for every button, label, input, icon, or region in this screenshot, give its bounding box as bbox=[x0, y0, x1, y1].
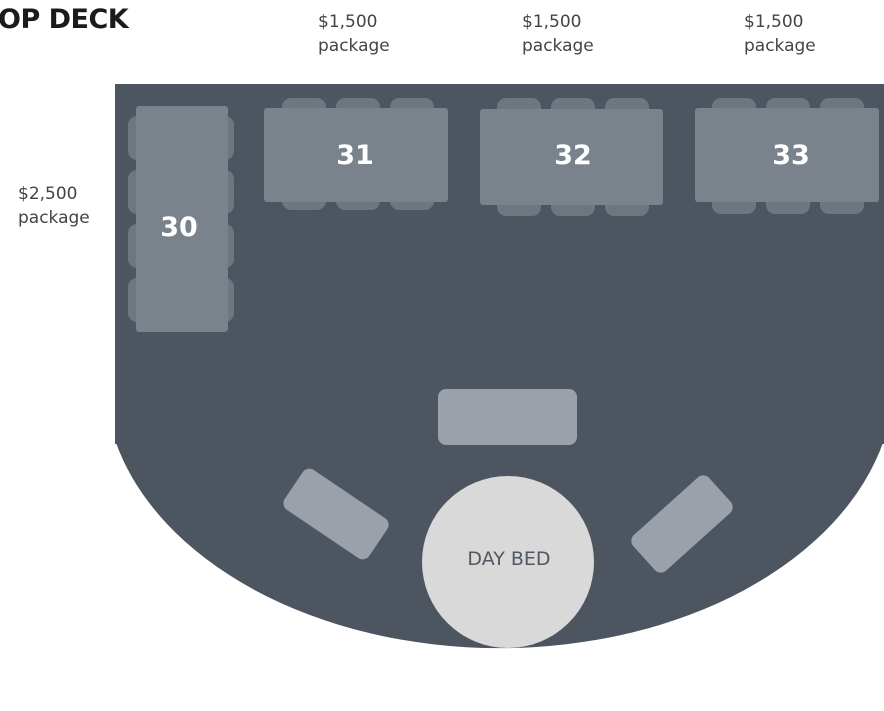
table-number-32: 32 bbox=[554, 140, 592, 171]
table-number-33: 33 bbox=[772, 140, 810, 171]
day-bed-label: DAY BED bbox=[467, 548, 551, 570]
table-number-30: 30 bbox=[160, 212, 198, 243]
table-number-31: 31 bbox=[336, 140, 374, 171]
deck-plan: OP DECK $1,500 package $1,500 package $1… bbox=[0, 0, 884, 711]
lounge-center bbox=[438, 389, 577, 445]
deck-floor bbox=[115, 84, 884, 649]
